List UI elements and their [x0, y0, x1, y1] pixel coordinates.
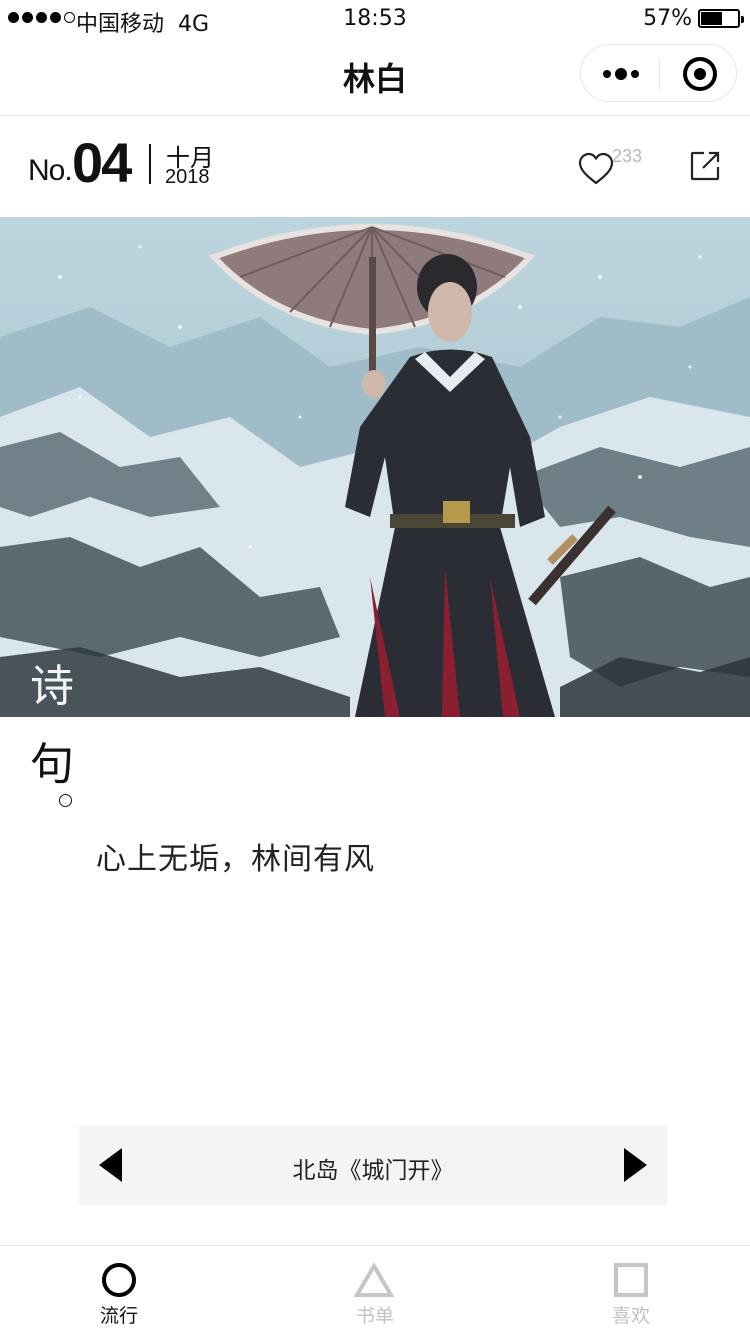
issue-header: No. 04 十月 2018 233 — [0, 116, 750, 216]
tab-label: 流行 — [99, 1305, 138, 1327]
tab-label: 书单 — [355, 1305, 394, 1327]
tab-bar: 流行 书单 喜欢 — [0, 1245, 750, 1334]
status-bar: 中国移动 4G 18:53 57% — [0, 0, 750, 40]
issue-no-label: No. — [28, 154, 73, 187]
poem-source: 北岛《城门开》 — [292, 1158, 454, 1184]
issue-number: 04 — [72, 131, 132, 194]
capsule-divider — [659, 59, 660, 89]
tab-favorites[interactable]: 喜欢 — [500, 1246, 750, 1334]
poem-verse: 心上无垢，林间有风 — [96, 842, 375, 877]
battery-icon — [698, 9, 744, 28]
tab-popular[interactable]: 流行 — [0, 1246, 250, 1334]
status-time: 18:53 — [343, 6, 407, 31]
tab-booklist[interactable]: 书单 — [250, 1246, 500, 1334]
tab-label: 喜欢 — [611, 1305, 650, 1327]
poem-period-mark — [59, 794, 72, 807]
cover-image — [0, 217, 750, 717]
circle-icon — [102, 1263, 136, 1297]
next-arrow-icon[interactable] — [624, 1148, 647, 1182]
share-icon[interactable] — [690, 151, 720, 181]
nav-bar: 林白 — [0, 40, 750, 116]
more-icon[interactable] — [603, 64, 639, 84]
battery-percent: 57% — [643, 6, 692, 31]
mini-program-capsule — [580, 44, 737, 102]
heart-icon[interactable] — [578, 152, 614, 186]
poem-label-shi: 诗 — [30, 661, 74, 712]
poem-label-ju: 句 — [30, 739, 74, 790]
source-navigator: 北岛《城门开》 — [79, 1125, 667, 1205]
close-target-icon[interactable] — [683, 57, 717, 91]
triangle-icon — [354, 1262, 394, 1297]
issue-year: 2018 — [165, 166, 210, 188]
like-count: 233 — [612, 146, 643, 166]
square-icon — [614, 1263, 648, 1297]
header-divider — [149, 144, 151, 184]
